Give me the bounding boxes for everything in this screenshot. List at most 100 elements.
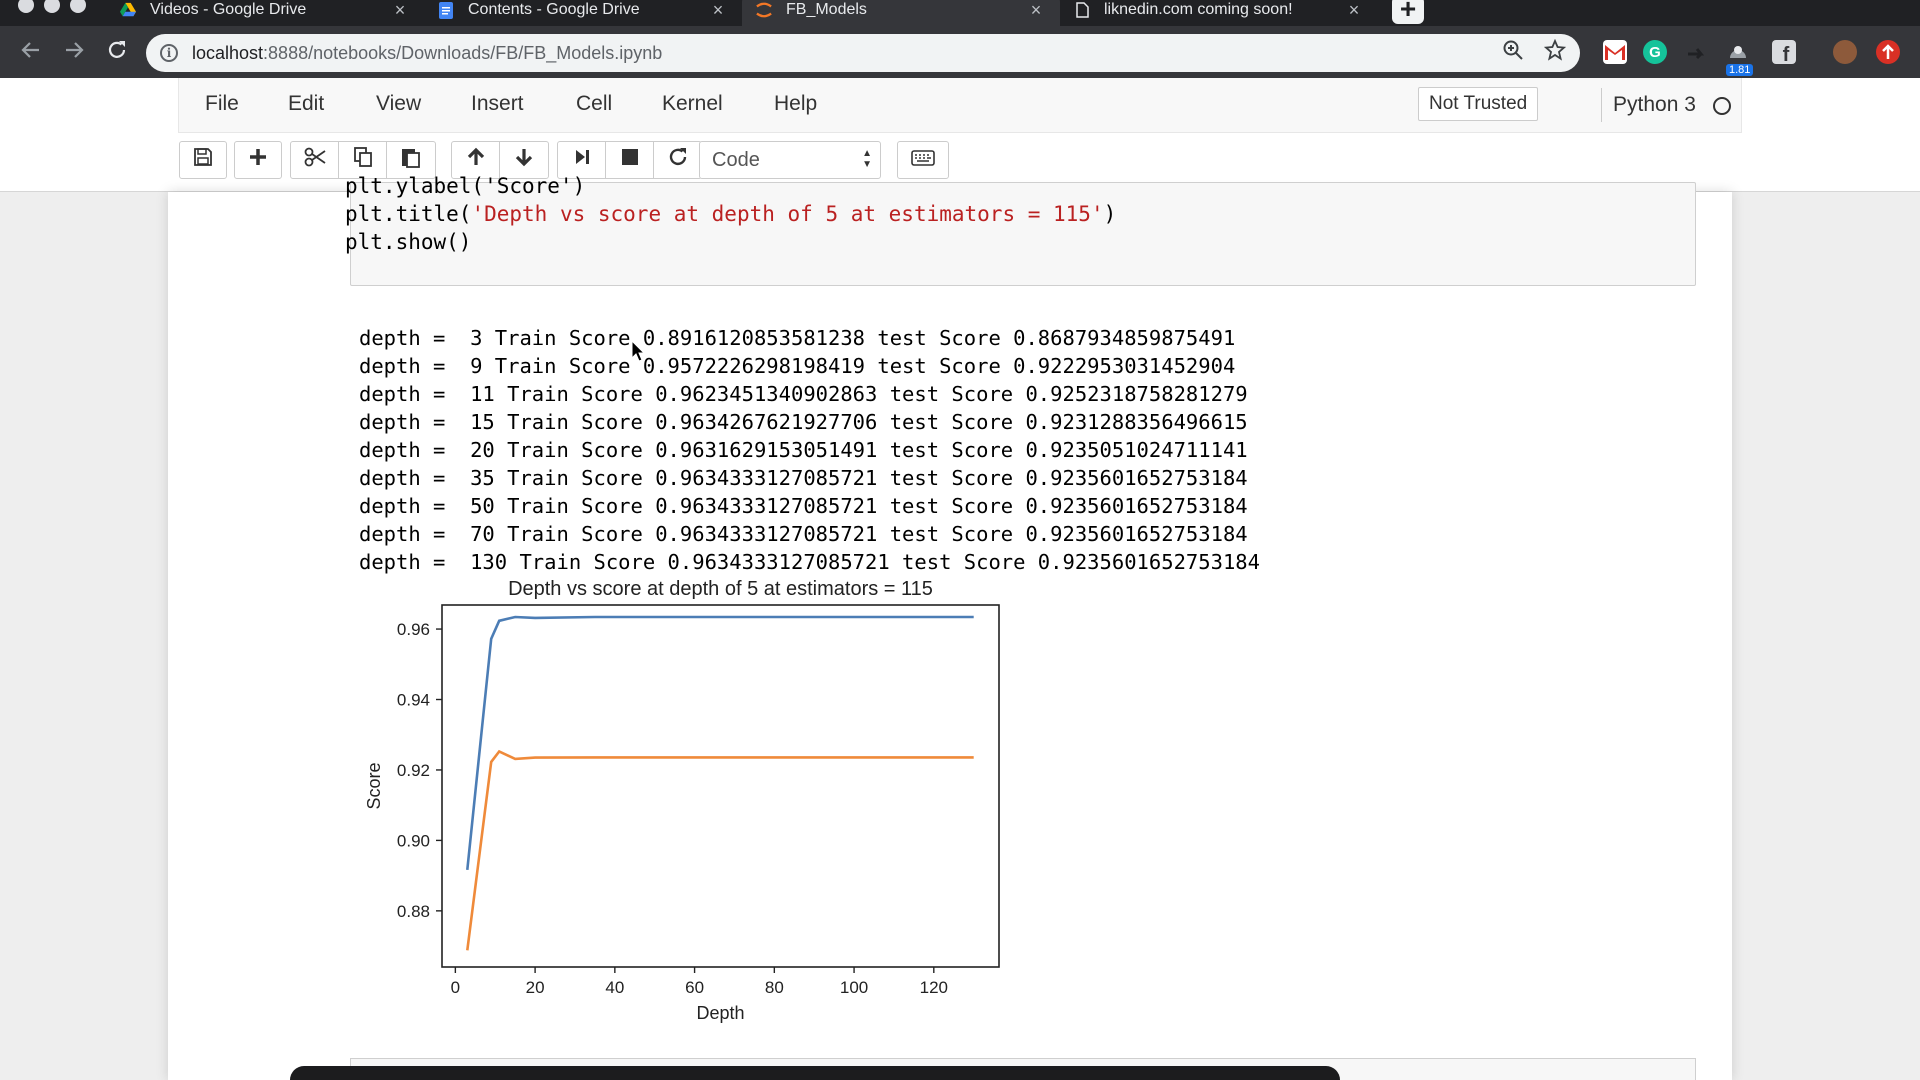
x-tick-label: 0 [451, 978, 460, 997]
kernel-divider [1601, 88, 1602, 122]
tab-close-icon[interactable]: × [708, 0, 728, 21]
paste-icon [401, 146, 421, 174]
tab-contents-google-drive[interactable]: Contents - Google Drive × [424, 0, 742, 26]
tab-close-icon[interactable]: × [1344, 0, 1364, 21]
add-cell-icon [249, 148, 267, 172]
cell-type-value: Code [712, 149, 760, 171]
tab-title: Contents - Google Drive [468, 1, 640, 18]
address-bar[interactable]: i localhost:8888/notebooks/Downloads/FB/… [146, 34, 1580, 72]
notebook-area: plt.ylabel('Score') plt.title('Depth vs … [0, 174, 1920, 1080]
menu-cell[interactable]: Cell [576, 92, 612, 116]
output-line: depth = 20 Train Score 0.963162915305149… [359, 438, 1248, 462]
forward-arrow-icon[interactable] [61, 39, 87, 65]
jupyter-header: File Edit View Insert Cell Kernel Help N… [0, 78, 1920, 192]
y-tick-label: 0.96 [397, 620, 430, 639]
y-tick-label: 0.94 [397, 691, 430, 710]
bookmark-star-icon[interactable] [1543, 38, 1567, 67]
info-icon[interactable]: i [160, 44, 178, 62]
video-overlay-bar [290, 1066, 1340, 1080]
menu-help[interactable]: Help [774, 92, 817, 116]
chart-series-line-1 [466, 749, 974, 951]
browser-tab-strip: Videos - Google Drive × Contents - Googl… [0, 0, 1920, 26]
tab-title: FB_Models [786, 1, 867, 18]
browser-toolbar: i localhost:8888/notebooks/Downloads/FB/… [0, 26, 1920, 78]
output-line: depth = 11 Train Score 0.962345134090286… [359, 382, 1248, 406]
arrow-extension-icon[interactable] [1685, 40, 1709, 64]
run-icon [573, 148, 591, 172]
command-palette-button[interactable] [897, 141, 949, 179]
x-tick-label: 100 [840, 978, 868, 997]
jupyter-icon [756, 2, 772, 18]
x-tick-label: 60 [685, 978, 704, 997]
menu-insert[interactable]: Insert [471, 92, 524, 116]
extension-badge-icon[interactable] [1726, 40, 1750, 64]
x-tick-label: 40 [605, 978, 624, 997]
cut-button[interactable] [290, 141, 339, 179]
update-arrow-icon[interactable] [1876, 40, 1900, 64]
y-tick-label: 0.92 [397, 761, 430, 780]
chart-plot-area [441, 604, 1000, 968]
cell-type-select[interactable]: Code ▲ ▼ [699, 141, 881, 179]
window-minimize-dot[interactable] [44, 0, 60, 13]
y-axis-label: Score [364, 762, 384, 809]
restart-button[interactable] [653, 141, 702, 179]
chart-title: Depth vs score at depth of 5 at estimato… [508, 578, 933, 600]
menu-edit[interactable]: Edit [288, 92, 324, 116]
code-line-ylabel: plt.ylabel('Score') [345, 174, 586, 198]
y-tick-label: 0.88 [397, 902, 430, 921]
x-tick-label: 120 [920, 978, 948, 997]
copy-icon [353, 146, 373, 174]
tab-fb-models[interactable]: FB_Models × [742, 0, 1060, 26]
keyboard-icon [911, 149, 935, 172]
interrupt-button[interactable] [605, 141, 654, 179]
tab-close-icon[interactable]: × [1026, 0, 1046, 21]
save-icon [193, 147, 213, 173]
profile-avatar[interactable] [1833, 40, 1857, 64]
stop-icon [621, 148, 639, 172]
tab-liknedin[interactable]: liknedin.com coming soon! × [1060, 0, 1378, 26]
menu-kernel[interactable]: Kernel [662, 92, 723, 116]
output-line: depth = 70 Train Score 0.963433312708572… [359, 522, 1248, 546]
tab-close-icon[interactable]: × [390, 0, 410, 21]
menu-view[interactable]: View [376, 92, 421, 116]
reload-icon[interactable] [104, 39, 130, 65]
extension-badge-count: 1.81 [1726, 64, 1754, 76]
add-cell-button[interactable] [234, 141, 282, 179]
gmail-extension-icon[interactable] [1603, 40, 1627, 64]
save-button[interactable] [179, 141, 227, 179]
tab-videos-google-drive[interactable]: Videos - Google Drive × [106, 0, 424, 26]
kernel-idle-indicator [1713, 97, 1731, 115]
trust-status-button[interactable]: Not Trusted [1418, 87, 1539, 121]
facebook-extension-icon[interactable]: f [1772, 40, 1796, 66]
grammarly-extension-icon[interactable]: G [1643, 40, 1667, 64]
line-chart: Depth vs score at depth of 5 at estimato… [364, 578, 1000, 1023]
chart-series-line-0 [466, 615, 974, 871]
cut-icon [304, 147, 326, 173]
output-line: depth = 9 Train Score 0.9572226298198419… [359, 354, 1236, 378]
svg-text:f: f [1783, 44, 1790, 64]
x-tick-label: 20 [526, 978, 545, 997]
window-zoom-dot[interactable] [70, 0, 86, 13]
kernel-name: Python 3 [1613, 93, 1696, 116]
new-tab-button[interactable]: + [1392, 0, 1424, 24]
select-arrows-icon: ▲ ▼ [862, 148, 872, 170]
x-tick-label: 80 [765, 978, 784, 997]
output-line: depth = 15 Train Score 0.963426762192770… [359, 410, 1248, 434]
google-docs-icon [438, 1, 454, 19]
tab-title: liknedin.com coming soon! [1104, 1, 1293, 18]
window-close-dot[interactable] [18, 0, 34, 13]
google-drive-icon [120, 2, 136, 18]
code-line-title: plt.title('Depth vs score at depth of 5 … [345, 202, 1117, 226]
menu-file[interactable]: File [205, 92, 239, 116]
svg-text:G: G [1649, 44, 1661, 61]
notebook-page: plt.ylabel('Score') plt.title('Depth vs … [168, 174, 1732, 1080]
restart-icon [668, 147, 688, 173]
output-line: depth = 35 Train Score 0.963433312708572… [359, 466, 1248, 490]
back-arrow-icon[interactable] [18, 39, 44, 65]
output-line: depth = 50 Train Score 0.963433312708572… [359, 494, 1248, 518]
tab-title: Videos - Google Drive [150, 1, 307, 18]
move-down-icon [514, 147, 534, 173]
output-text: depth = 3 Train Score 0.8916120853581238… [359, 296, 1260, 576]
zoom-icon[interactable] [1502, 39, 1524, 67]
y-tick-label: 0.90 [397, 831, 430, 850]
